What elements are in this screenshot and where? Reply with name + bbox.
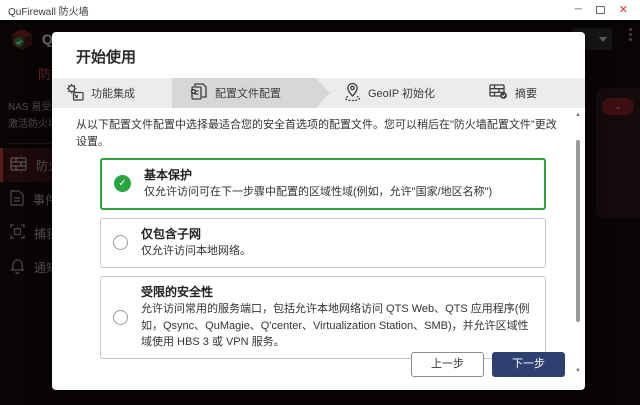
content-scrollbar[interactable]: ▲ ▼ (574, 112, 582, 374)
minimize-icon[interactable]: ─ (575, 5, 582, 15)
option-subnet-only[interactable]: 仅包含子网 仅允许访问本地网络。 (100, 217, 546, 268)
window-controls: ─ ✕ (575, 4, 632, 16)
option-description: 仅允许访问本地网络。 (141, 245, 251, 258)
wizard-content: 从以下配置文件配置中选择最适合您的安全首选项的配置文件。您可以稍后在"防火墙配置… (52, 108, 585, 359)
screen: QuFirewall 防火墙 ─ ✕ QuFirewall (0, 0, 640, 405)
scrollbar-thumb[interactable] (576, 140, 580, 322)
profile-options: ✓ 基本保护 仅允许访问可在下一步骤中配置的区域性域(例如，允许"国家/地区名称… (100, 158, 546, 359)
wizard-footer: 上一步 下一步 (411, 351, 565, 377)
dialog-title: 开始使用 (76, 49, 137, 66)
close-icon[interactable]: ✕ (619, 4, 628, 16)
window-title: QuFirewall 防火墙 (8, 6, 89, 18)
step-label: GeoIP 初始化 (368, 88, 436, 100)
intro-text: 从以下配置文件配置中选择最适合您的安全首选项的配置文件。您可以稍后在"防火墙配置… (76, 119, 557, 148)
option-description: 仅允许访问可在下一步骤中配置的区域性域(例如，允许"国家/地区名称") (144, 186, 493, 199)
step-label: 摘要 (515, 88, 537, 100)
scroll-down-icon[interactable]: ▼ (574, 368, 582, 374)
option-title: 受限的安全性 (141, 284, 214, 299)
integration-icon (65, 83, 84, 104)
back-button[interactable]: 上一步 (411, 351, 484, 377)
option-basic-protection[interactable]: ✓ 基本保护 仅允许访问可在下一步骤中配置的区域性域(例如，允许"国家/地区名称… (100, 158, 546, 210)
profile-config-icon (190, 82, 208, 104)
summary-icon (489, 83, 508, 103)
step-label: 功能集成 (91, 88, 135, 100)
wizard-step-summary[interactable]: 摘要 (489, 78, 537, 108)
option-description: 允许访问常用的服务端口，包括允许本地网络访问 QTS Web、QTS 应用程序(… (141, 303, 530, 349)
step-label: 配置文件配置 (215, 88, 281, 100)
getting-started-dialog: 开始使用 功能集成 配置文件配置 GeoIP 初始化 摘要 从以下配置文件配置中… (52, 32, 585, 390)
wizard-step-feature-integration[interactable]: 功能集成 (65, 78, 135, 108)
radio-checked-icon[interactable]: ✓ (114, 175, 131, 193)
option-restricted-security[interactable]: 受限的安全性 允许访问常用的服务端口，包括允许本地网络访问 QTS Web、QT… (100, 275, 546, 359)
window-titlebar: QuFirewall 防火墙 ─ ✕ (0, 0, 640, 20)
wizard-step-profile-configuration[interactable]: 配置文件配置 (190, 78, 281, 108)
scroll-up-icon[interactable]: ▲ (574, 112, 582, 118)
next-button[interactable]: 下一步 (492, 351, 565, 377)
maximize-icon[interactable] (595, 6, 605, 14)
radio-unchecked-icon[interactable] (113, 309, 128, 325)
wizard-stepbar: 功能集成 配置文件配置 GeoIP 初始化 摘要 (52, 78, 585, 108)
option-title: 仅包含子网 (141, 226, 202, 241)
wizard-step-geoip-initialization[interactable]: GeoIP 初始化 (344, 78, 435, 108)
geoip-icon (344, 82, 361, 104)
radio-unchecked-icon[interactable] (113, 235, 128, 251)
option-title: 基本保护 (144, 168, 193, 182)
